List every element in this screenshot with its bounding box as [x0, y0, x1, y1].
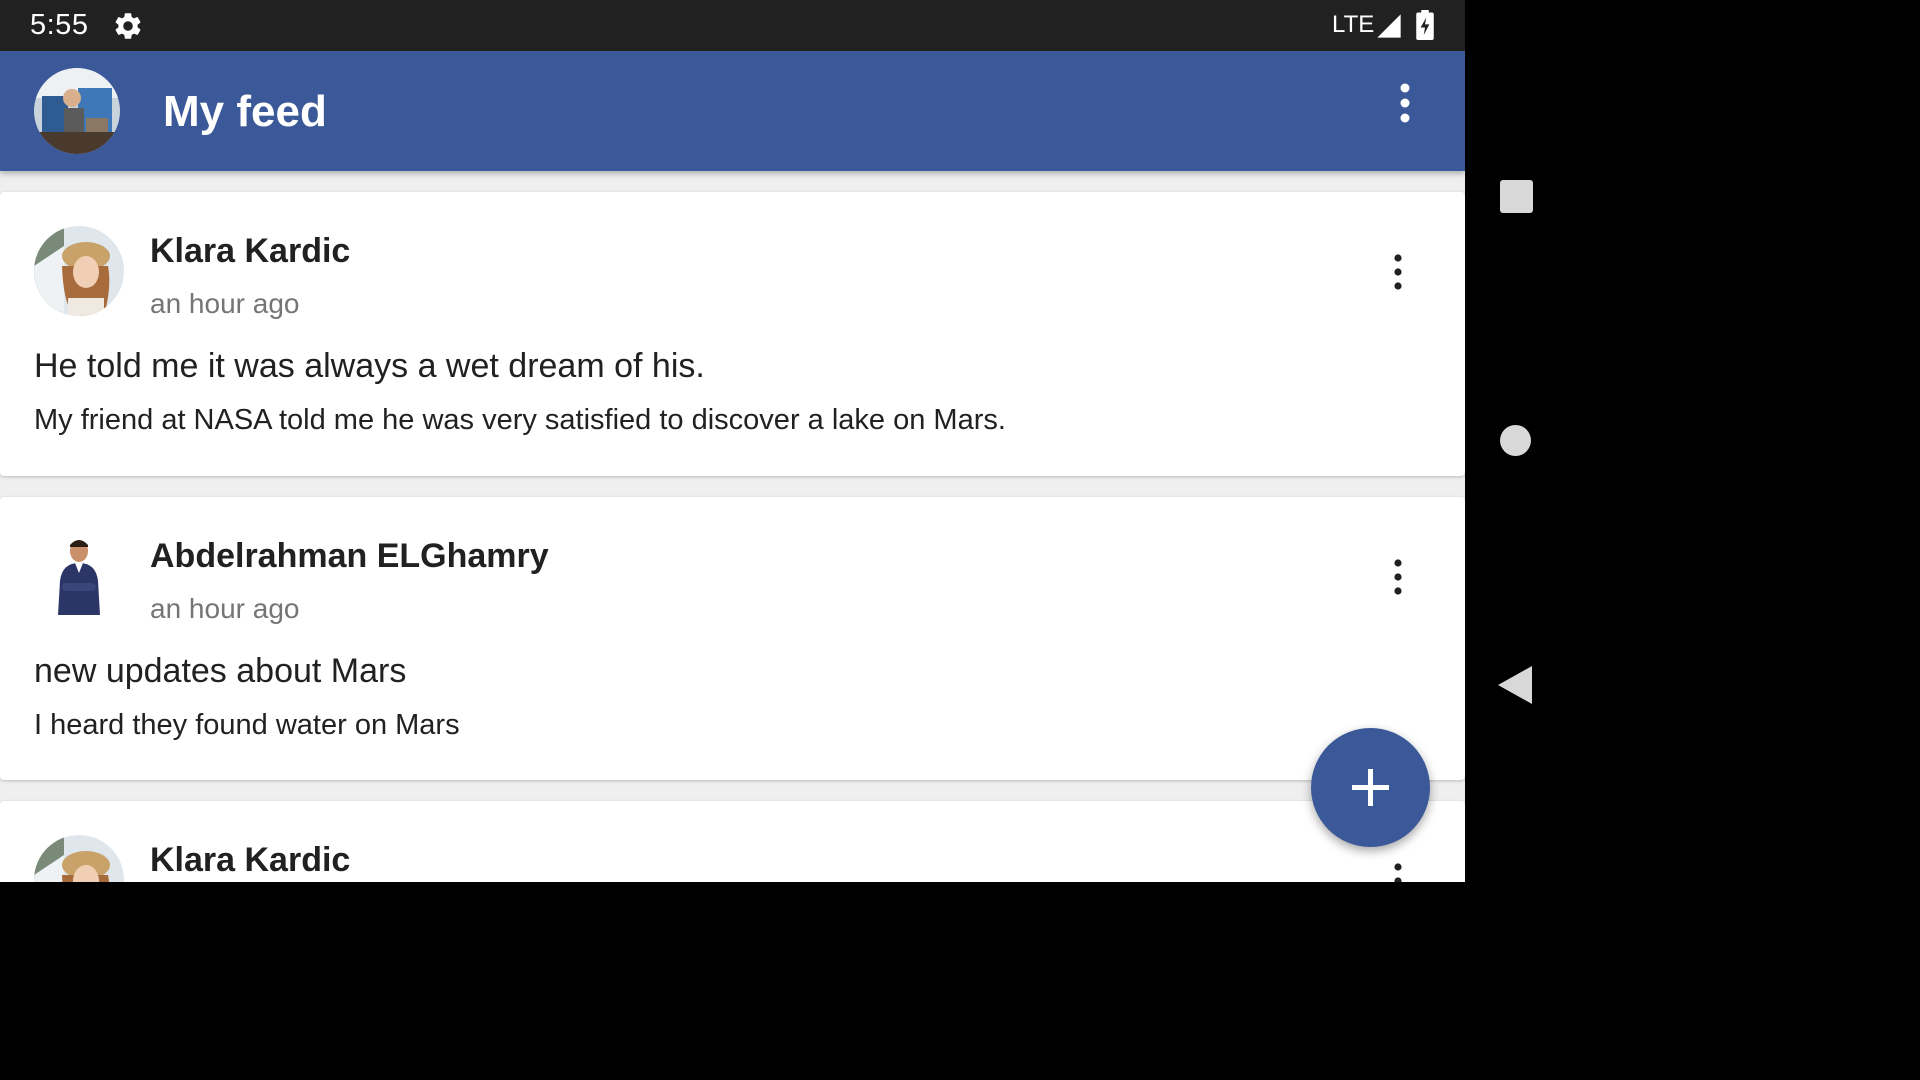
status-time: 5:55: [30, 9, 89, 41]
app-title: My feed: [163, 87, 327, 136]
network-type-label: LTE: [1332, 11, 1375, 38]
plus-icon: [1352, 769, 1389, 806]
author-name[interactable]: Klara Kardic: [150, 232, 350, 271]
user-avatar[interactable]: [34, 68, 120, 154]
post-title: new updates about Mars: [34, 652, 407, 690]
add-post-button[interactable]: [1311, 728, 1430, 847]
post-card[interactable]: Klara Kardic: [0, 801, 1465, 882]
post-title: He told me it was always a wet dream of …: [34, 347, 705, 385]
post-timestamp: an hour ago: [150, 593, 300, 624]
author-avatar-image: [34, 835, 124, 882]
author-avatar-image: [34, 531, 124, 621]
more-vert-icon[interactable]: [1380, 250, 1416, 294]
battery-charging-icon: [1416, 10, 1434, 40]
signal-icon: [1377, 14, 1401, 38]
post-card[interactable]: Abdelrahman ELGhamry an hour ago new upd…: [0, 497, 1465, 780]
author-avatar[interactable]: [34, 531, 124, 621]
post-card[interactable]: Klara Kardic an hour ago He told me it w…: [0, 192, 1465, 476]
more-vert-icon[interactable]: [1385, 81, 1425, 125]
author-name[interactable]: Klara Kardic: [150, 841, 350, 880]
gear-icon: [115, 13, 141, 39]
post-body: I heard they found water on Mars: [34, 709, 460, 741]
app-screen: 5:55 LTE My feed Klara Kardic an hour ag…: [0, 0, 1465, 882]
app-bar: My feed: [0, 51, 1465, 171]
more-vert-icon[interactable]: [1380, 555, 1416, 599]
home-icon[interactable]: [1500, 425, 1531, 456]
recent-apps-icon[interactable]: [1500, 180, 1533, 213]
author-avatar[interactable]: [34, 226, 124, 316]
author-avatar-image: [34, 226, 124, 316]
navigation-bar: [1465, 0, 1568, 882]
more-vert-icon[interactable]: [1380, 859, 1416, 882]
post-body: My friend at NASA told me he was very sa…: [34, 404, 1006, 436]
status-bar: 5:55 LTE: [0, 0, 1465, 51]
user-avatar-image: [34, 68, 120, 154]
post-timestamp: an hour ago: [150, 288, 300, 319]
author-name[interactable]: Abdelrahman ELGhamry: [150, 537, 549, 576]
author-avatar[interactable]: [34, 835, 124, 882]
back-icon[interactable]: [1498, 666, 1532, 704]
